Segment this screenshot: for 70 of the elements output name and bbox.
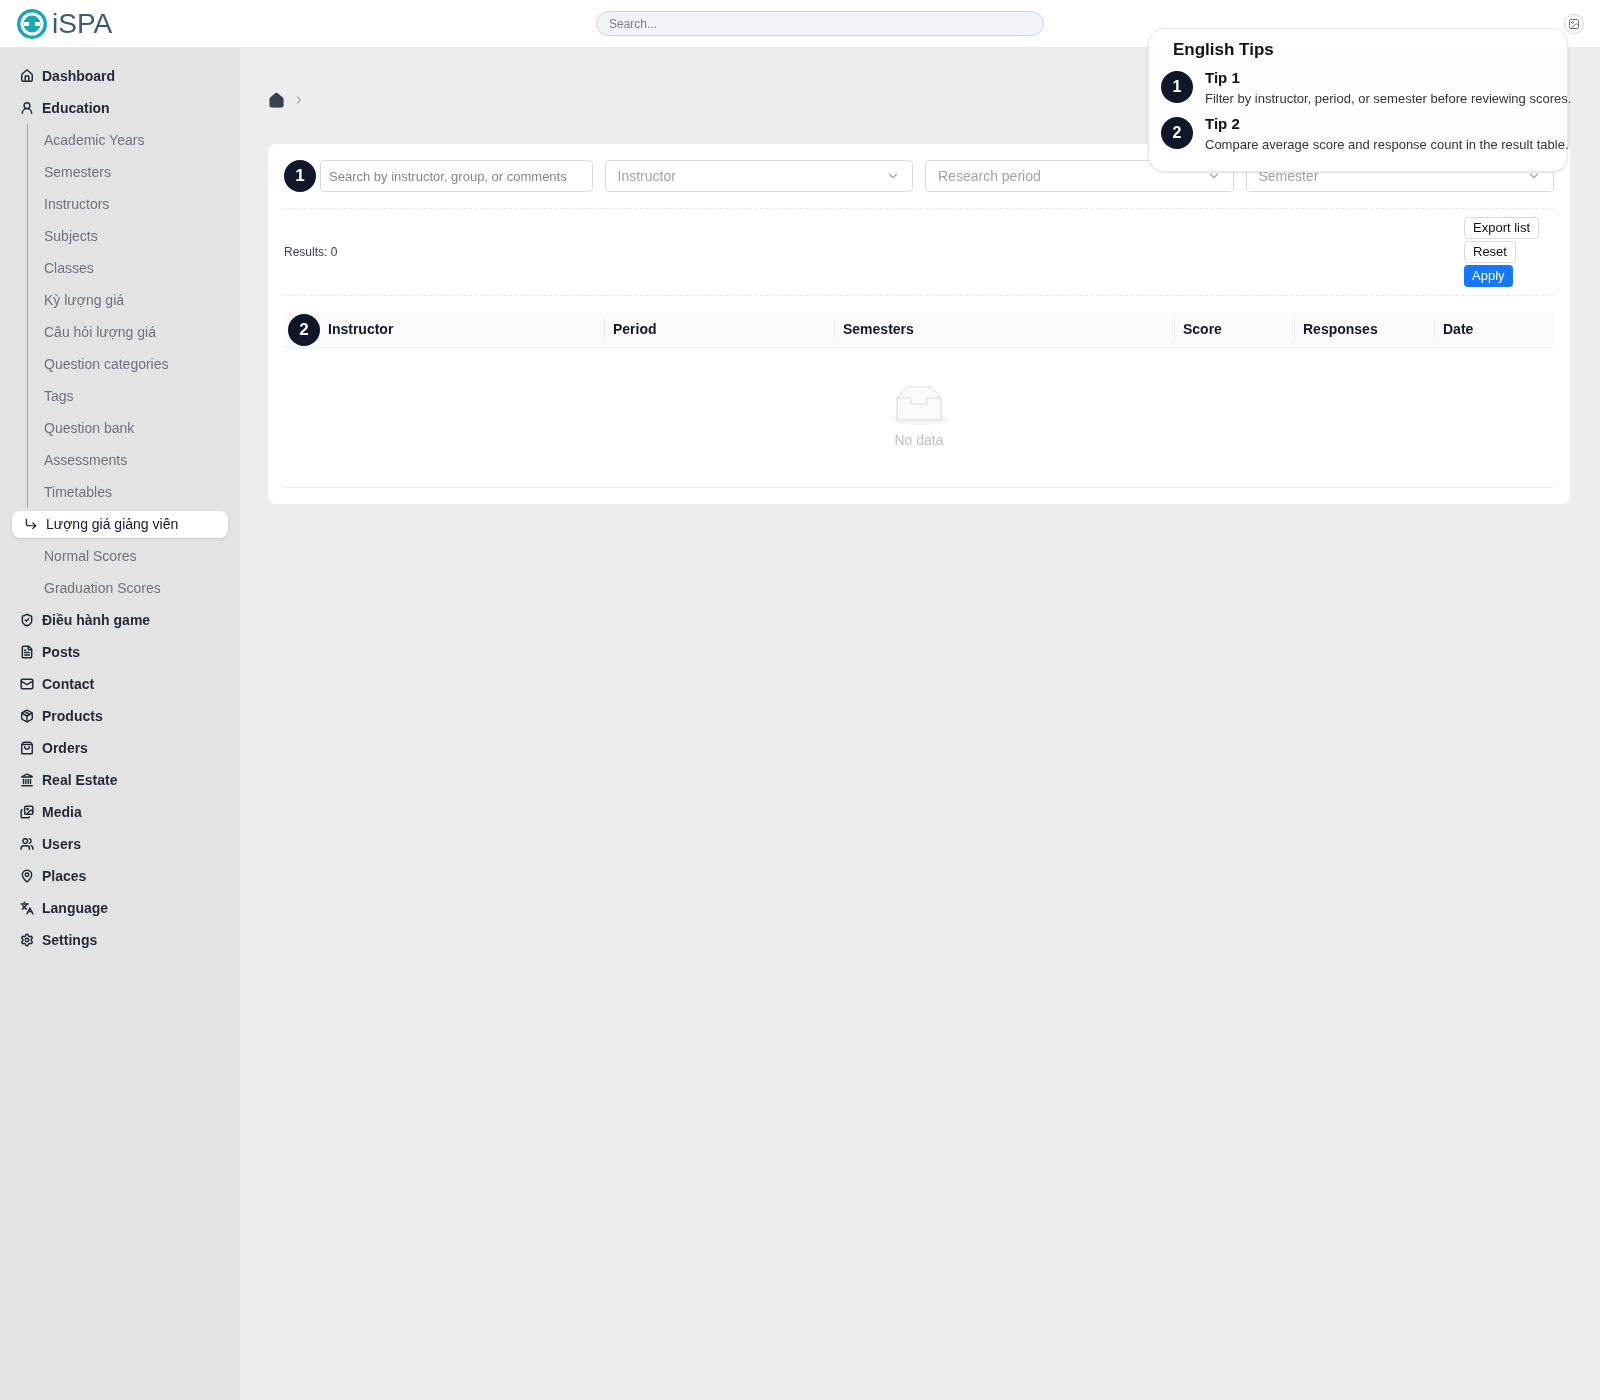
map-pin-icon bbox=[20, 869, 34, 883]
column-header: Score bbox=[1174, 319, 1294, 340]
home-icon bbox=[20, 69, 34, 83]
tip-text: Filter by instructor, period, or semester before reviewing scores. bbox=[1205, 90, 1572, 108]
shield-icon bbox=[20, 613, 34, 627]
settings-icon bbox=[20, 933, 34, 947]
users-icon bbox=[20, 837, 34, 851]
step-badge: 1 bbox=[284, 160, 316, 192]
sidebar-item[interactable]: Subjects bbox=[0, 220, 240, 252]
sidebar-item[interactable]: Users bbox=[0, 828, 240, 860]
sidebar-item[interactable]: Question categories bbox=[0, 348, 240, 380]
column-header: Date bbox=[1434, 319, 1554, 340]
sidebar-item[interactable]: Products bbox=[0, 700, 240, 732]
step-badge: 1 bbox=[1161, 70, 1193, 103]
select-field[interactable]: Instructor bbox=[604, 160, 913, 192]
sidebar-item[interactable]: Real Estate bbox=[0, 764, 240, 796]
sidebar-item[interactable]: Semesters bbox=[0, 156, 240, 188]
translate-icon bbox=[20, 901, 34, 915]
sidebar-item[interactable]: Instructors bbox=[0, 188, 240, 220]
sidebar-item[interactable]: Language bbox=[0, 892, 240, 924]
search-field[interactable]: Search by instructor, group, or comments bbox=[320, 160, 593, 192]
person-icon bbox=[20, 101, 34, 115]
search-field[interactable]: Search... bbox=[596, 11, 1044, 36]
sidebar-item[interactable]: Câu hỏi lượng giá bbox=[0, 316, 240, 348]
tip-text: Compare average score and response count in the result table. bbox=[1205, 136, 1569, 154]
results-count: Results: 0 bbox=[284, 244, 338, 261]
empty-inbox-icon bbox=[887, 384, 951, 426]
column-header: Responses bbox=[1294, 319, 1434, 340]
envelope-icon bbox=[20, 677, 34, 691]
broken-image-icon[interactable] bbox=[1564, 13, 1584, 34]
sidebar-item[interactable]: Media bbox=[0, 796, 240, 828]
sidebar-item[interactable]: Question bank bbox=[0, 412, 240, 444]
sidebar-item[interactable]: Orders bbox=[0, 732, 240, 764]
sidebar-item[interactable]: Classes bbox=[0, 252, 240, 284]
step-badge: 2 bbox=[1161, 116, 1193, 149]
bag-icon bbox=[20, 741, 34, 755]
sidebar-item[interactable]: Tags bbox=[0, 380, 240, 412]
sidebar-item[interactable]: Academic Years bbox=[0, 124, 240, 156]
tip-title: Tip 2 bbox=[1205, 113, 1241, 134]
logo-icon bbox=[16, 7, 48, 40]
sidebar-item[interactable]: Kỳ lượng giá bbox=[0, 284, 240, 316]
action-button[interactable]: Reset bbox=[1464, 241, 1516, 263]
sidebar-item[interactable]: Timetables bbox=[0, 476, 240, 508]
tip-title: Tip 1 bbox=[1205, 67, 1241, 88]
column-header: Semesters bbox=[834, 319, 1174, 340]
sidebar-item[interactable]: Posts bbox=[0, 636, 240, 668]
popover-title: English Tips bbox=[1172, 39, 1275, 61]
sidebar-item[interactable]: Assessments bbox=[0, 444, 240, 476]
action-button[interactable]: Apply bbox=[1464, 265, 1513, 287]
sidebar-item[interactable]: Normal Scores bbox=[0, 540, 240, 572]
sidebar-item[interactable]: Settings bbox=[0, 924, 240, 956]
sidebar-item[interactable]: Graduation Scores bbox=[0, 572, 240, 604]
sidebar-item[interactable]: Contact bbox=[0, 668, 240, 700]
sidebar-item[interactable]: Education bbox=[0, 92, 240, 124]
home-icon[interactable] bbox=[268, 91, 285, 109]
gallery-icon bbox=[20, 805, 34, 819]
sidebar-item[interactable]: Lượng giá giảng viên bbox=[12, 510, 228, 538]
corner-arrow-icon bbox=[24, 517, 38, 531]
column-header: Period bbox=[604, 319, 834, 340]
sidebar-item[interactable]: Điều hành game bbox=[0, 604, 240, 636]
bank-icon bbox=[20, 773, 34, 787]
logo-text: iSPA bbox=[52, 9, 113, 38]
sidebar-item[interactable]: Dashboard bbox=[0, 60, 240, 92]
cube-icon bbox=[20, 709, 34, 723]
empty-message: No data bbox=[894, 431, 944, 450]
column-header: Instructor bbox=[327, 320, 395, 339]
step-badge: 2 bbox=[288, 313, 320, 346]
document-icon bbox=[20, 645, 34, 659]
action-button[interactable]: Export list bbox=[1464, 217, 1540, 239]
sidebar-item[interactable]: Places bbox=[0, 860, 240, 892]
